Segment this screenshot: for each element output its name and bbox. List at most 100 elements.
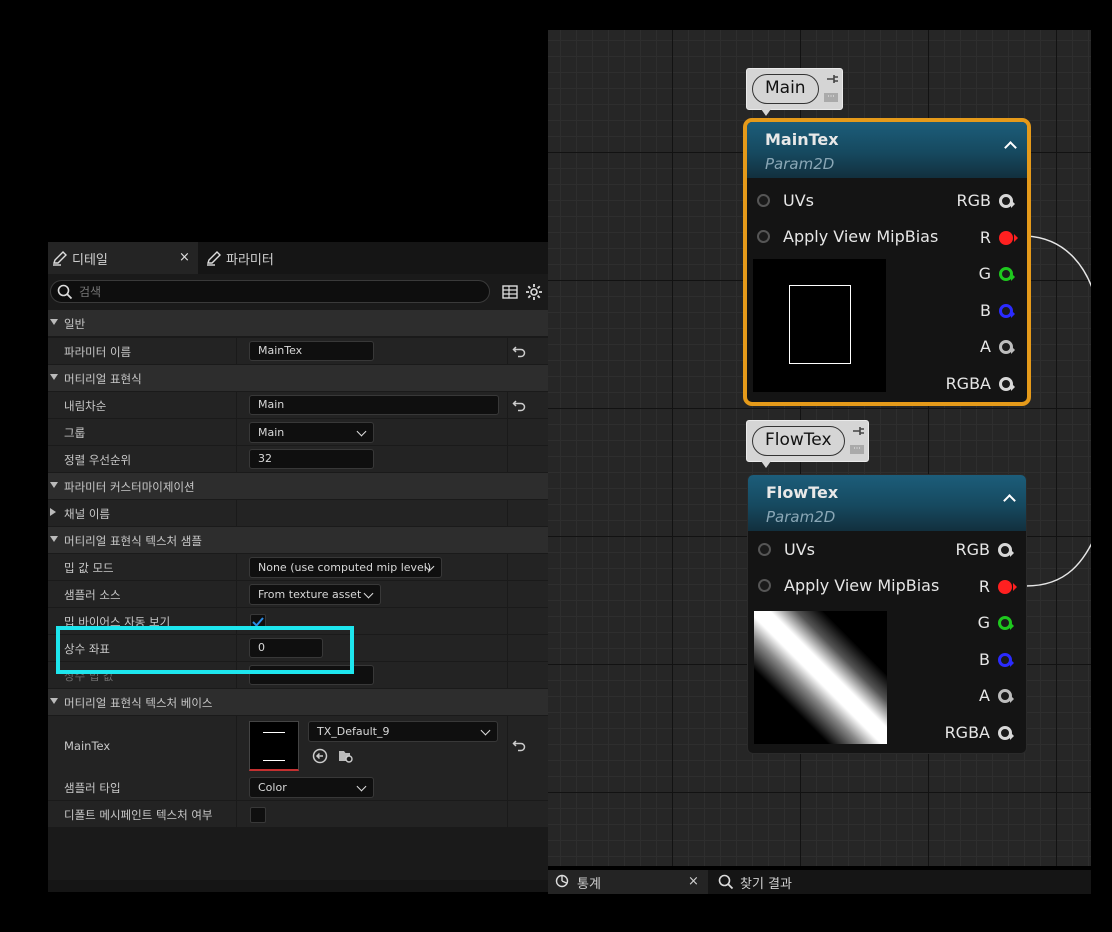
comment-bubble-flowtex[interactable]: FlowTex ··· — [746, 420, 869, 468]
details-tab-bar: 디테일 × 파라미터 — [48, 242, 548, 274]
output-pin-r[interactable]: R — [907, 227, 1018, 248]
output-pin-a[interactable]: A — [906, 686, 1016, 706]
use-selected-asset-icon[interactable] — [312, 748, 328, 764]
collapse-chevron-icon[interactable] — [1004, 141, 1017, 154]
sampler-source-combo[interactable]: From texture asset — [249, 584, 381, 605]
pin-label: RGBA — [944, 722, 990, 742]
pin-icon[interactable] — [999, 340, 1015, 354]
gear-icon[interactable] — [525, 283, 543, 301]
input-pin-uvs[interactable]: UVs — [757, 191, 907, 211]
pin-icon[interactable] — [998, 689, 1014, 703]
output-pin-rgba[interactable]: RGBA — [906, 723, 1016, 743]
pin-icon[interactable] — [825, 73, 839, 87]
close-icon[interactable]: × — [179, 250, 190, 265]
category-texture-sample[interactable]: 머티리얼 표현식 텍스처 샘플 — [48, 527, 548, 554]
texture-thumbnail[interactable] — [249, 721, 299, 771]
category-general[interactable]: 일반 — [48, 310, 548, 337]
output-pin-g[interactable]: G — [906, 613, 1016, 633]
description-field[interactable]: Main — [249, 395, 499, 415]
details-bottom-strip — [48, 880, 548, 892]
tab-find-results[interactable]: 찾기 결과 — [718, 870, 878, 894]
reset-icon[interactable] — [512, 398, 526, 412]
output-pin-rgb[interactable]: RGB — [906, 540, 1016, 560]
texture-asset-combo[interactable]: TX_Default_9 — [308, 721, 498, 742]
output-pin-b[interactable]: B — [906, 650, 1016, 670]
pin-icon[interactable] — [998, 579, 1017, 594]
input-pin-uvs[interactable]: UVs — [758, 540, 908, 560]
pin-icon[interactable] — [998, 725, 1014, 740]
pin-icon[interactable] — [999, 303, 1015, 318]
parameter-name-field[interactable]: MainTex — [249, 341, 374, 361]
prop-row-description: 내림차순 Main — [48, 392, 548, 419]
tab-details[interactable]: 디테일 × — [48, 242, 198, 274]
category-parameter-customization[interactable]: 파라미터 커스터마이제이션 — [48, 473, 548, 500]
default-meshpaint-checkbox[interactable] — [250, 807, 266, 823]
pin-label: R — [979, 227, 991, 247]
expand-arrow-icon — [50, 374, 58, 380]
prop-row-parameter-name: 파라미터 이름 MainTex — [48, 338, 548, 365]
tab-parameters-label: 파라미터 — [226, 252, 274, 268]
pin-label: RGBA — [945, 373, 991, 393]
pencil-icon — [53, 251, 67, 266]
pin-icon[interactable] — [999, 194, 1015, 208]
pin-label: B — [979, 649, 990, 669]
pin-icon[interactable] — [851, 425, 865, 439]
pin-icon[interactable] — [758, 579, 771, 592]
comment-bubble-main[interactable]: Main ··· — [746, 68, 843, 116]
pin-icon[interactable] — [998, 616, 1014, 630]
pin-icon[interactable] — [758, 543, 771, 556]
wire-flowtex-r — [1025, 543, 1091, 587]
pin-icon[interactable] — [757, 230, 770, 243]
browse-asset-icon[interactable] — [338, 748, 354, 764]
output-pin-rgba[interactable]: RGBA — [907, 374, 1017, 394]
output-pin-r[interactable]: R — [906, 577, 1017, 597]
pin-icon[interactable] — [999, 230, 1018, 245]
prop-row-channel-names[interactable]: 채널 이름 — [48, 500, 548, 527]
more-icon[interactable]: ··· — [824, 93, 838, 102]
preview-frame — [789, 285, 851, 364]
chevron-down-icon — [363, 588, 374, 599]
node-flowtex[interactable]: FlowTex Param2D UVs Apply View MipBias R… — [747, 474, 1027, 754]
chevron-down-icon — [356, 781, 367, 792]
pin-icon[interactable] — [998, 652, 1014, 667]
graph-bottom-tabs: 통계 × 찾기 결과 — [548, 870, 1091, 894]
stats-icon — [555, 874, 569, 888]
output-pin-a[interactable]: A — [907, 337, 1017, 357]
mip-value-mode-combo[interactable]: None (use computed mip level) — [249, 557, 442, 578]
reset-icon[interactable] — [512, 344, 526, 358]
node-header[interactable]: MainTex Param2D — [747, 122, 1027, 178]
group-combo[interactable]: Main — [249, 422, 374, 443]
pin-icon[interactable] — [998, 543, 1014, 557]
output-pin-b[interactable]: B — [907, 301, 1017, 321]
table-view-icon[interactable] — [501, 283, 519, 301]
pin-icon[interactable] — [999, 267, 1015, 281]
reset-icon[interactable] — [512, 738, 526, 752]
tab-parameters[interactable]: 파라미터 — [206, 242, 346, 274]
close-icon[interactable]: × — [688, 874, 699, 889]
sort-priority-field[interactable]: 32 — [249, 449, 374, 469]
category-material-expression[interactable]: 머티리얼 표현식 — [48, 365, 548, 392]
output-pin-g[interactable]: G — [907, 264, 1017, 284]
tab-stats[interactable]: 통계 × — [548, 870, 708, 894]
pin-label: A — [980, 337, 991, 356]
category-texture-base[interactable]: 머티리얼 표현식 텍스처 베이스 — [48, 689, 548, 716]
sampler-type-combo[interactable]: Color — [249, 777, 374, 798]
node-maintex[interactable]: MainTex Param2D UVs Apply View MipBias R… — [743, 118, 1031, 406]
node-title: MainTex — [765, 130, 839, 149]
search-row — [48, 274, 548, 310]
highlight-box — [56, 626, 354, 674]
pin-label: A — [979, 686, 990, 705]
node-subtitle: Param2D — [765, 155, 835, 173]
pin-icon[interactable] — [757, 194, 770, 207]
pin-label: G — [977, 613, 990, 632]
prop-row-group: 그룹 Main — [48, 419, 548, 446]
search-input[interactable] — [79, 284, 459, 299]
output-pin-rgb[interactable]: RGB — [907, 191, 1017, 211]
details-panel: 디테일 × 파라미터 일반 — [48, 242, 548, 892]
pin-icon[interactable] — [999, 376, 1015, 391]
node-header[interactable]: FlowTex Param2D — [748, 475, 1026, 531]
search-box[interactable] — [50, 280, 490, 303]
collapse-chevron-icon[interactable] — [1003, 494, 1016, 507]
more-icon[interactable]: ··· — [850, 445, 864, 454]
material-graph[interactable]: Main ··· MainTex Param2D UVs Apply View … — [548, 30, 1091, 866]
